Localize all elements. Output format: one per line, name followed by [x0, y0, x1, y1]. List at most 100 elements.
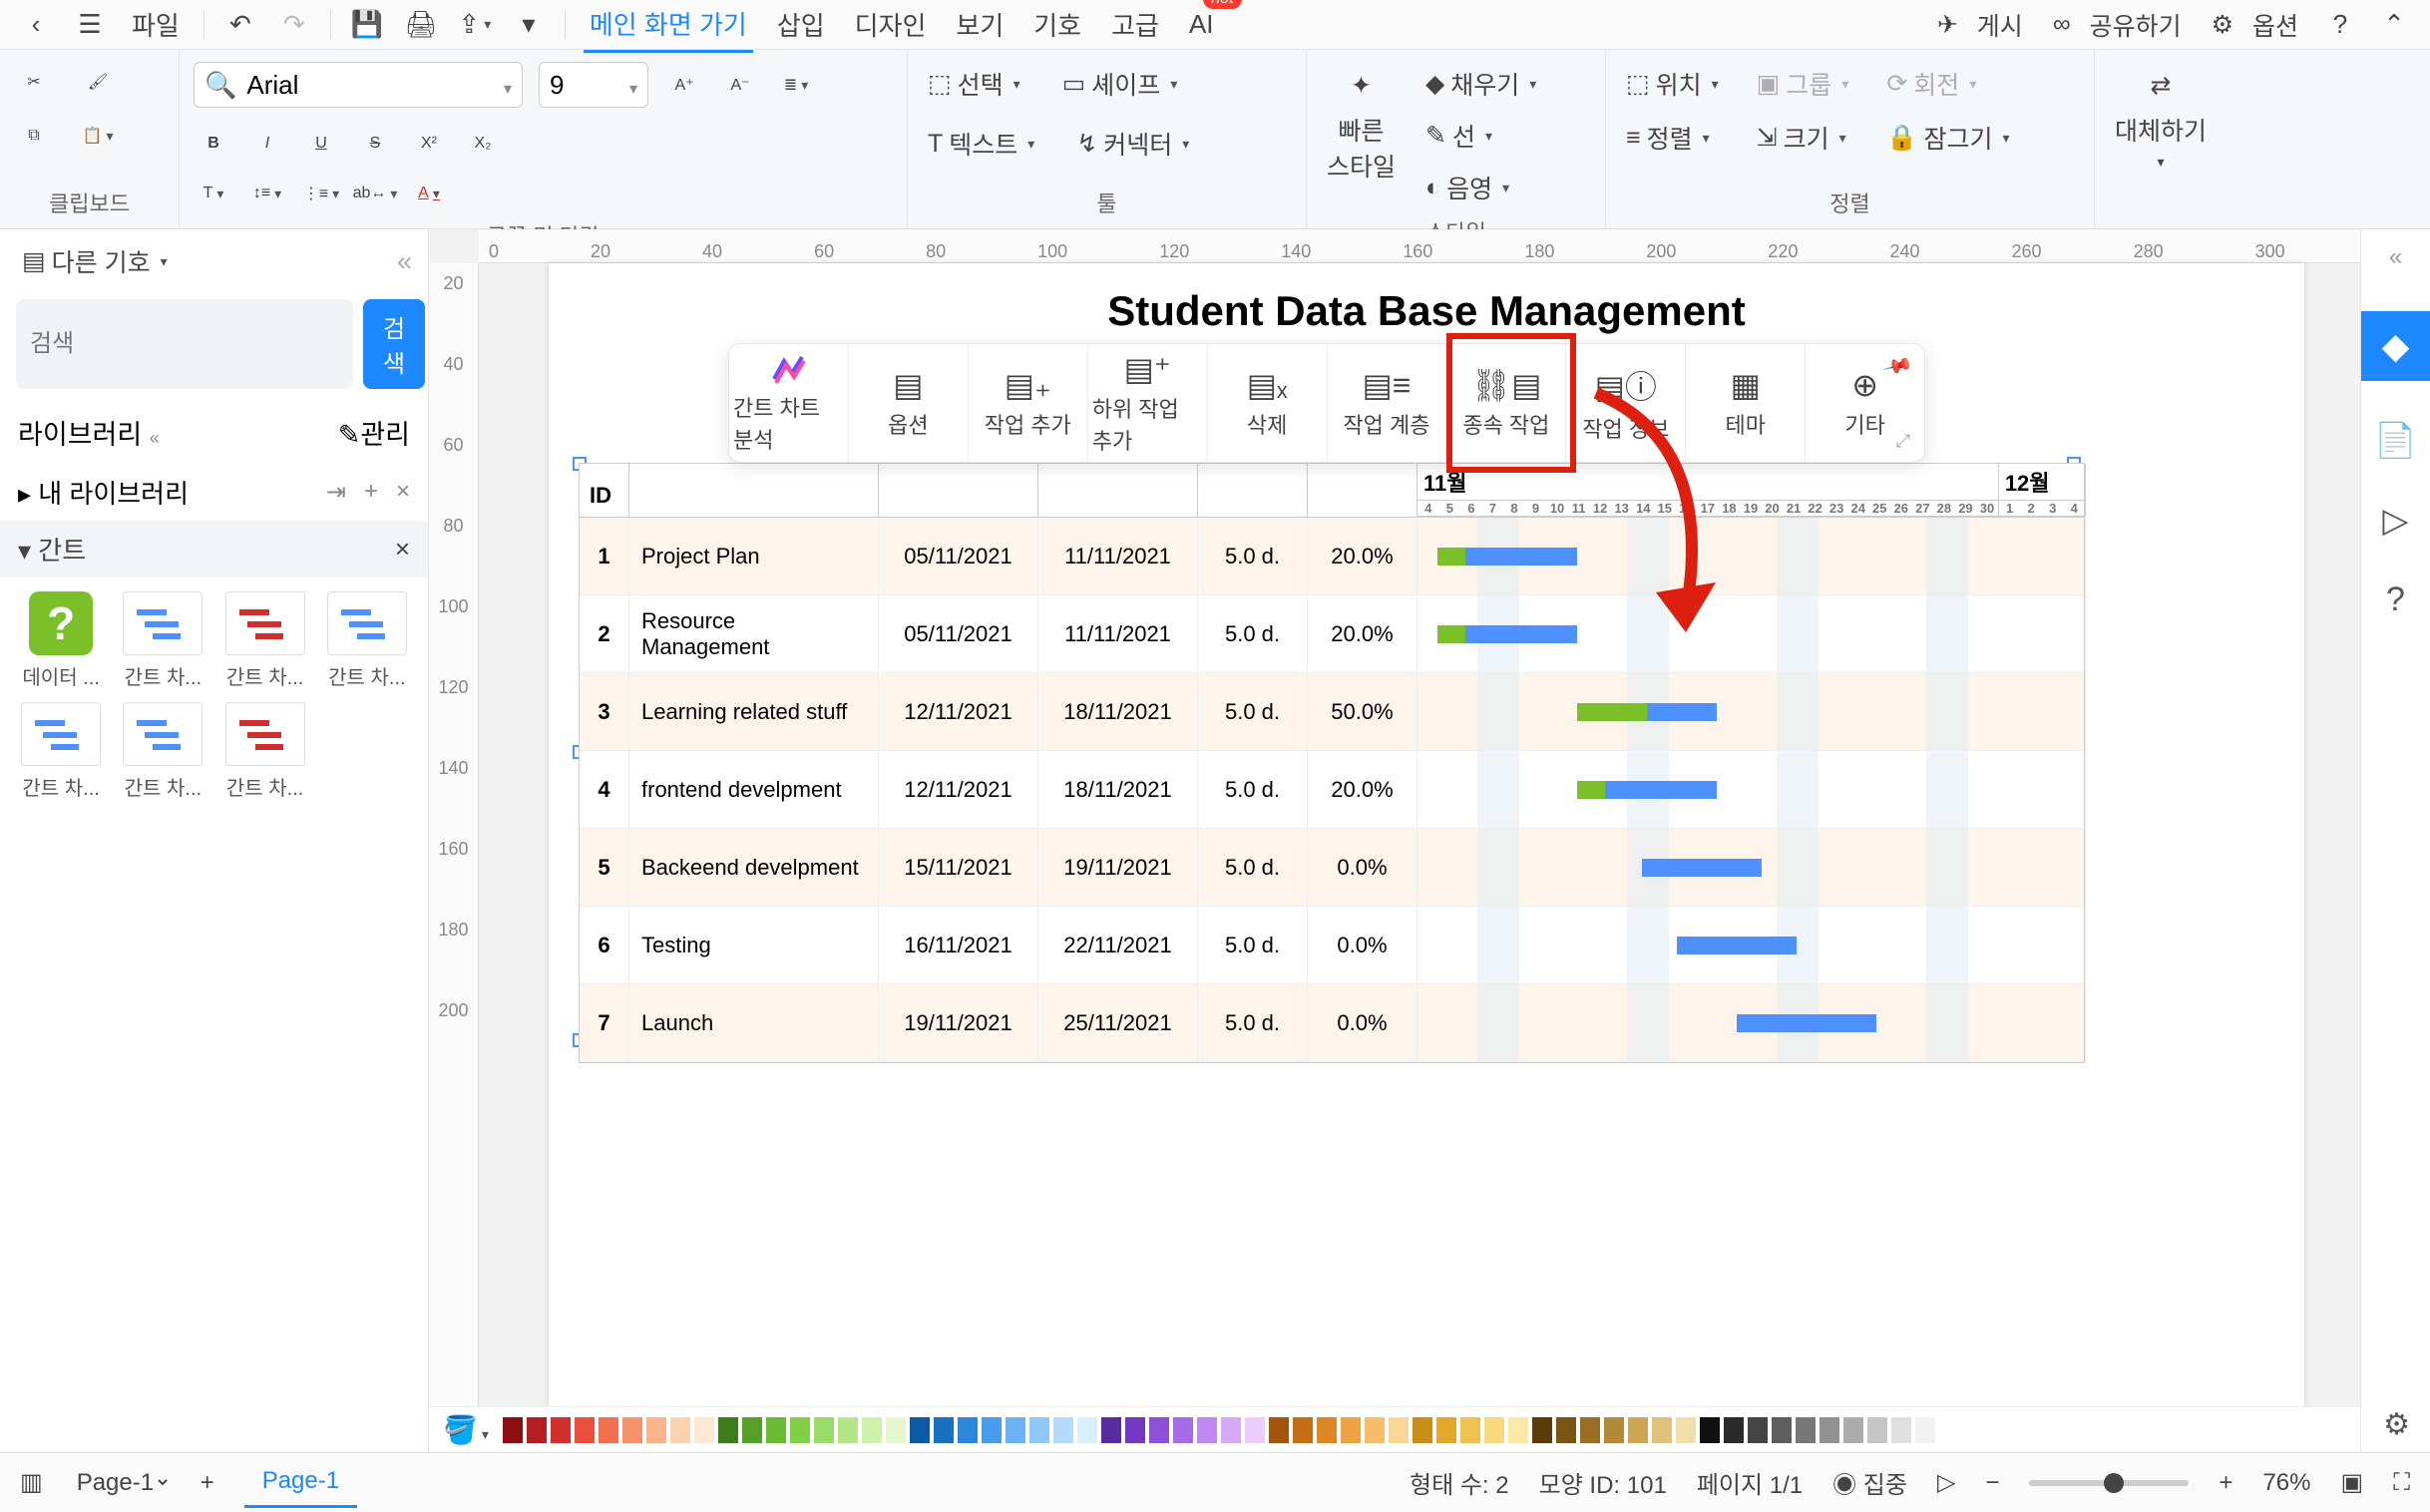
color-swatch[interactable]: [1867, 1417, 1887, 1443]
color-swatch[interactable]: [1365, 1417, 1385, 1443]
add-page-icon[interactable]: +: [201, 1469, 214, 1497]
gantt-thumb[interactable]: ?데이터 ...: [14, 591, 108, 690]
gantt-thumb[interactable]: 간트 차...: [218, 702, 312, 801]
add-icon[interactable]: +: [364, 478, 378, 507]
focus-mode-button[interactable]: ◉ 집중: [1832, 1465, 1907, 1500]
color-swatch[interactable]: [1676, 1417, 1696, 1443]
gantt-row[interactable]: 1Project Plan05/11/202111/11/20215.0 d.2…: [580, 518, 2084, 595]
color-swatch[interactable]: [1891, 1417, 1911, 1443]
my-library-row[interactable]: ▸ 내 라이브러리 ⇥ + ×: [0, 464, 428, 521]
color-swatch[interactable]: [551, 1417, 571, 1443]
presentation-icon[interactable]: ▷: [1937, 1468, 1955, 1497]
color-swatch[interactable]: [1077, 1417, 1097, 1443]
page-tab[interactable]: Page-1: [244, 1457, 357, 1508]
tab-home[interactable]: 메인 화면 가기: [584, 0, 753, 53]
zoom-out-icon[interactable]: −: [1985, 1469, 1999, 1497]
paste-icon[interactable]: 📋: [78, 116, 118, 156]
search-input[interactable]: [16, 299, 353, 389]
color-swatch[interactable]: [1580, 1417, 1600, 1443]
shadow-button[interactable]: ◐ 음영: [1419, 166, 1542, 209]
color-swatch[interactable]: [1915, 1417, 1935, 1443]
gantt-thumb[interactable]: 간트 차...: [320, 591, 414, 690]
settings-icon[interactable]: ⚙: [2383, 1407, 2410, 1442]
color-swatch[interactable]: [862, 1417, 882, 1443]
collapse-panel-icon[interactable]: «: [397, 246, 412, 277]
bullets-icon[interactable]: ⋮≡: [301, 174, 341, 213]
connector-tool[interactable]: ↯ 커넥터: [1070, 122, 1195, 166]
color-swatch[interactable]: [1724, 1417, 1744, 1443]
back-icon[interactable]: ‹: [18, 7, 54, 43]
help-panel-icon[interactable]: ?: [2386, 580, 2405, 619]
color-swatch[interactable]: [886, 1417, 906, 1443]
gantt-thumb[interactable]: 간트 차...: [14, 702, 108, 801]
publish-button[interactable]: ✈ 게시: [1931, 3, 2029, 47]
drawing-page[interactable]: Student Data Base Management ID 11월: [549, 263, 2304, 1452]
color-swatch[interactable]: [670, 1417, 690, 1443]
zoom-slider[interactable]: [2029, 1480, 2189, 1486]
floatbar-작업 계층[interactable]: ▤≡작업 계층: [1328, 344, 1447, 462]
color-swatch[interactable]: [1628, 1417, 1648, 1443]
quick-style-button[interactable]: ✦빠른 스타일: [1321, 62, 1402, 188]
color-swatch[interactable]: [622, 1417, 642, 1443]
collapse-ribbon-icon[interactable]: ⌃: [2376, 7, 2412, 43]
tab-view[interactable]: 보기: [950, 0, 1010, 51]
bold-icon[interactable]: B: [194, 124, 233, 164]
font-family-select[interactable]: 🔍 Arial: [194, 62, 523, 108]
search-button[interactable]: 검색: [363, 299, 425, 389]
page-list-icon[interactable]: ▥: [20, 1468, 43, 1497]
close-section-icon[interactable]: ×: [395, 534, 410, 565]
color-swatch[interactable]: [1532, 1417, 1552, 1443]
copy-icon[interactable]: ⧉: [14, 116, 54, 156]
color-swatch[interactable]: [838, 1417, 858, 1443]
color-swatch[interactable]: [1125, 1417, 1145, 1443]
color-swatch[interactable]: [1843, 1417, 1863, 1443]
notes-panel-icon[interactable]: 📄: [2374, 421, 2416, 461]
line-spacing-icon[interactable]: ↕≡: [247, 174, 287, 213]
increase-font-icon[interactable]: A⁺: [664, 65, 704, 105]
tab-ai[interactable]: AIhot: [1183, 1, 1220, 48]
color-swatch[interactable]: [1245, 1417, 1265, 1443]
fit-page-icon[interactable]: ▣: [2341, 1468, 2364, 1497]
share-button[interactable]: ∞ 공유하기: [2047, 3, 2188, 47]
shape-tool[interactable]: ▭ 셰이프: [1056, 62, 1184, 106]
color-swatch[interactable]: [1029, 1417, 1049, 1443]
color-swatch[interactable]: [1269, 1417, 1289, 1443]
color-swatch[interactable]: [934, 1417, 954, 1443]
presentation-panel-icon[interactable]: ▷: [2382, 501, 2408, 541]
group-button[interactable]: ▣ 그룹: [1751, 62, 1855, 106]
decrease-font-icon[interactable]: A⁻: [720, 65, 760, 105]
floatbar-옵션[interactable]: ▤옵션: [849, 344, 969, 462]
color-swatch[interactable]: [814, 1417, 834, 1443]
color-swatch[interactable]: [1700, 1417, 1720, 1443]
color-swatch[interactable]: [1341, 1417, 1361, 1443]
floatbar-작업 추가[interactable]: ▤₊작업 추가: [969, 344, 1088, 462]
text-direction-icon[interactable]: ab↔: [355, 174, 395, 213]
export-icon[interactable]: ⇪: [457, 7, 493, 43]
color-swatch[interactable]: [1317, 1417, 1337, 1443]
color-swatch[interactable]: [694, 1417, 714, 1443]
lock-button[interactable]: 🔒 잠그기: [1880, 116, 2015, 160]
gantt-thumb[interactable]: 간트 차...: [116, 591, 209, 690]
italic-icon[interactable]: I: [247, 124, 287, 164]
font-color-icon[interactable]: A: [409, 174, 449, 213]
print-icon[interactable]: 🖨: [403, 7, 439, 43]
page-select[interactable]: Page-1: [73, 1468, 171, 1497]
color-swatch[interactable]: [910, 1417, 930, 1443]
color-swatch[interactable]: [1006, 1417, 1025, 1443]
color-swatch[interactable]: [1604, 1417, 1624, 1443]
text-tool[interactable]: T 텍스트: [922, 122, 1040, 166]
tab-design[interactable]: 디자인: [849, 0, 933, 51]
gantt-thumb[interactable]: 간트 차...: [116, 702, 209, 801]
expand-icon[interactable]: ⤢: [1896, 431, 1910, 452]
gantt-row[interactable]: 2Resource Management05/11/202111/11/2021…: [580, 595, 2084, 673]
select-tool[interactable]: ⬚ 선택: [922, 62, 1026, 106]
more-icon[interactable]: ▾: [511, 7, 547, 43]
floatbar-하위 작업 추가[interactable]: ▤⁺하위 작업 추가: [1088, 344, 1208, 462]
format-panel-icon[interactable]: ◆: [2361, 311, 2430, 381]
options-button[interactable]: ⚙ 옵션: [2206, 3, 2304, 47]
canvas[interactable]: 0204060801001201401601802002202402602803…: [429, 229, 2360, 1452]
color-swatch[interactable]: [1413, 1417, 1432, 1443]
font-size-select[interactable]: 9: [539, 62, 648, 108]
strikethrough-icon[interactable]: S: [355, 124, 395, 164]
fill-bucket-icon[interactable]: 🪣: [443, 1413, 489, 1446]
